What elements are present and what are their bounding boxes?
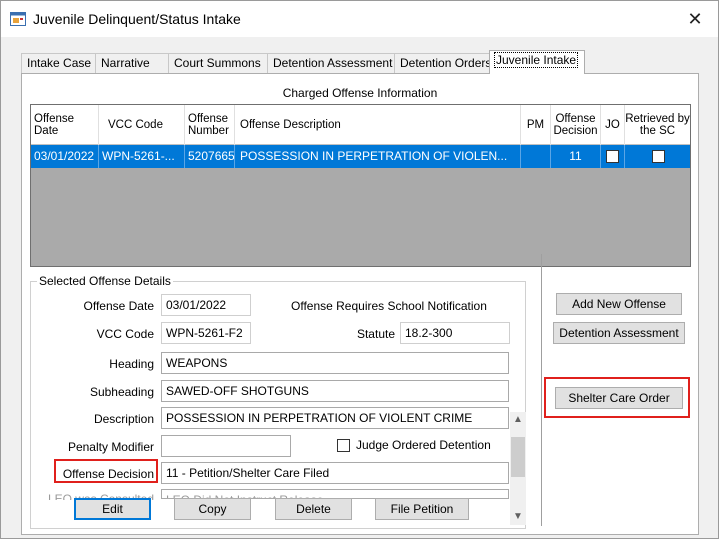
col-label: PM bbox=[526, 119, 545, 131]
statute-field[interactable]: 18.2-300 bbox=[400, 322, 510, 344]
col-label: Offense Number bbox=[188, 113, 229, 137]
window-title: Juvenile Delinquent/Status Intake bbox=[33, 11, 241, 27]
subheading-label: Subheading bbox=[89, 385, 154, 399]
col-offense-description[interactable]: Offense Description bbox=[235, 105, 521, 145]
col-label: Retrieved by the SC bbox=[625, 113, 690, 137]
col-retrieved-by-sc[interactable]: Retrieved by the SC bbox=[625, 105, 690, 145]
shelter-care-highlight bbox=[544, 377, 690, 418]
vcc-code-field[interactable]: WPN-5261-F2 bbox=[161, 322, 251, 344]
scroll-down-icon[interactable]: ▼ bbox=[510, 509, 526, 525]
subheading-field[interactable]: SAWED-OFF SHOTGUNS bbox=[161, 380, 509, 402]
vertical-divider bbox=[541, 254, 542, 526]
col-jo[interactable]: JO bbox=[601, 105, 625, 145]
tab-label: Juvenile Intake bbox=[493, 52, 579, 68]
col-label: Offense Description bbox=[240, 119, 341, 131]
selected-offense-details: Selected Offense Details Offense Date 03… bbox=[30, 274, 526, 529]
tab-detention-orders[interactable]: Detention Orders bbox=[394, 53, 492, 73]
close-button[interactable]: ✕ bbox=[672, 1, 718, 37]
penalty-modifier-field[interactable] bbox=[161, 435, 291, 457]
cell-jo bbox=[601, 145, 625, 168]
cell-vcc-code: WPN-5261-... bbox=[99, 145, 185, 168]
col-label: VCC Code bbox=[108, 119, 163, 131]
col-offense-decision[interactable]: Offense Decision bbox=[551, 105, 601, 145]
delete-button[interactable]: Delete bbox=[275, 498, 352, 520]
description-label: Description bbox=[93, 412, 154, 426]
col-pm[interactable]: PM bbox=[521, 105, 551, 145]
detention-assessment-button[interactable]: Detention Assessment bbox=[553, 322, 685, 344]
judge-ordered-checkbox[interactable] bbox=[337, 439, 350, 453]
retrieved-by-sc-checkbox[interactable] bbox=[651, 150, 665, 164]
copy-button[interactable]: Copy bbox=[174, 498, 251, 520]
description-field[interactable]: POSSESSION IN PERPETRATION OF VIOLENT CR… bbox=[161, 407, 509, 429]
col-label: Offense Decision bbox=[553, 113, 598, 137]
offense-decision-field[interactable]: 11 - Petition/Shelter Care Filed bbox=[161, 462, 509, 484]
intake-window: Juvenile Delinquent/Status Intake ✕ Inta… bbox=[0, 0, 719, 539]
col-offense-date[interactable]: Offense Date bbox=[31, 105, 99, 145]
file-petition-button[interactable]: File Petition bbox=[375, 498, 469, 520]
juvenile-intake-panel: Charged Offense Information Offense Date… bbox=[21, 73, 699, 535]
cell-offense-number: 5207665 bbox=[185, 145, 235, 168]
tab-label: Narrative bbox=[101, 56, 150, 70]
judge-ordered-row[interactable]: Judge Ordered Detention bbox=[337, 438, 491, 453]
scroll-thumb[interactable] bbox=[511, 437, 525, 477]
details-scrollbar[interactable]: ▲ ▼ bbox=[510, 412, 526, 525]
vcc-code-label: VCC Code bbox=[96, 327, 154, 341]
col-offense-number[interactable]: Offense Number bbox=[185, 105, 235, 145]
edit-button[interactable]: Edit bbox=[74, 498, 151, 520]
title-bar: Juvenile Delinquent/Status Intake ✕ bbox=[1, 1, 718, 37]
charged-offense-grid[interactable]: Offense Date VCC Code Offense Number Off… bbox=[30, 104, 691, 267]
tab-intake-case[interactable]: Intake Case bbox=[21, 53, 96, 73]
col-label: Offense Date bbox=[34, 113, 75, 137]
col-vcc-code[interactable]: VCC Code bbox=[99, 105, 185, 145]
cell-offense-description: POSSESSION IN PERPETRATION OF VIOLEN... bbox=[235, 145, 521, 168]
close-icon[interactable]: ✕ bbox=[687, 9, 702, 29]
tab-narrative[interactable]: Narrative bbox=[95, 53, 169, 73]
app-window-icon bbox=[10, 12, 26, 26]
add-new-offense-button[interactable]: Add New Offense bbox=[556, 293, 682, 315]
judge-ordered-label: Judge Ordered Detention bbox=[356, 438, 491, 452]
offense-date-label: Offense Date bbox=[83, 299, 155, 313]
school-notification-label: Offense Requires School Notification bbox=[291, 299, 487, 313]
tab-label: Intake Case bbox=[27, 56, 92, 70]
cell-retrieved bbox=[625, 145, 690, 168]
tab-court-summons[interactable]: Court Summons bbox=[168, 53, 268, 73]
tab-juvenile-intake[interactable]: Juvenile Intake bbox=[489, 50, 585, 74]
tab-label: Detention Assessment bbox=[273, 56, 393, 70]
scroll-up-icon[interactable]: ▲ bbox=[510, 412, 526, 428]
table-row[interactable]: 03/01/2022 WPN-5261-... 5207665 POSSESSI… bbox=[31, 145, 690, 168]
cell-offense-decision: 11 bbox=[551, 145, 601, 168]
cell-pm bbox=[521, 145, 551, 168]
tab-label: Court Summons bbox=[174, 56, 261, 70]
offense-date-field[interactable]: 03/01/2022 bbox=[161, 294, 251, 316]
cell-offense-date: 03/01/2022 bbox=[31, 145, 99, 168]
heading-label: Heading bbox=[109, 357, 154, 371]
jo-checkbox[interactable] bbox=[606, 150, 619, 164]
heading-field[interactable]: WEAPONS bbox=[161, 352, 509, 374]
penalty-modifier-label: Penalty Modifier bbox=[67, 440, 154, 454]
charged-offense-title: Charged Offense Information bbox=[282, 86, 438, 100]
col-label: JO bbox=[605, 119, 620, 131]
statute-label: Statute bbox=[356, 327, 395, 341]
tab-label: Detention Orders bbox=[400, 56, 492, 70]
grid-header: Offense Date VCC Code Offense Number Off… bbox=[31, 105, 690, 145]
group-label: Selected Offense Details bbox=[37, 274, 173, 288]
offense-decision-highlight bbox=[54, 459, 158, 483]
tab-detention-assessment[interactable]: Detention Assessment bbox=[267, 53, 395, 73]
